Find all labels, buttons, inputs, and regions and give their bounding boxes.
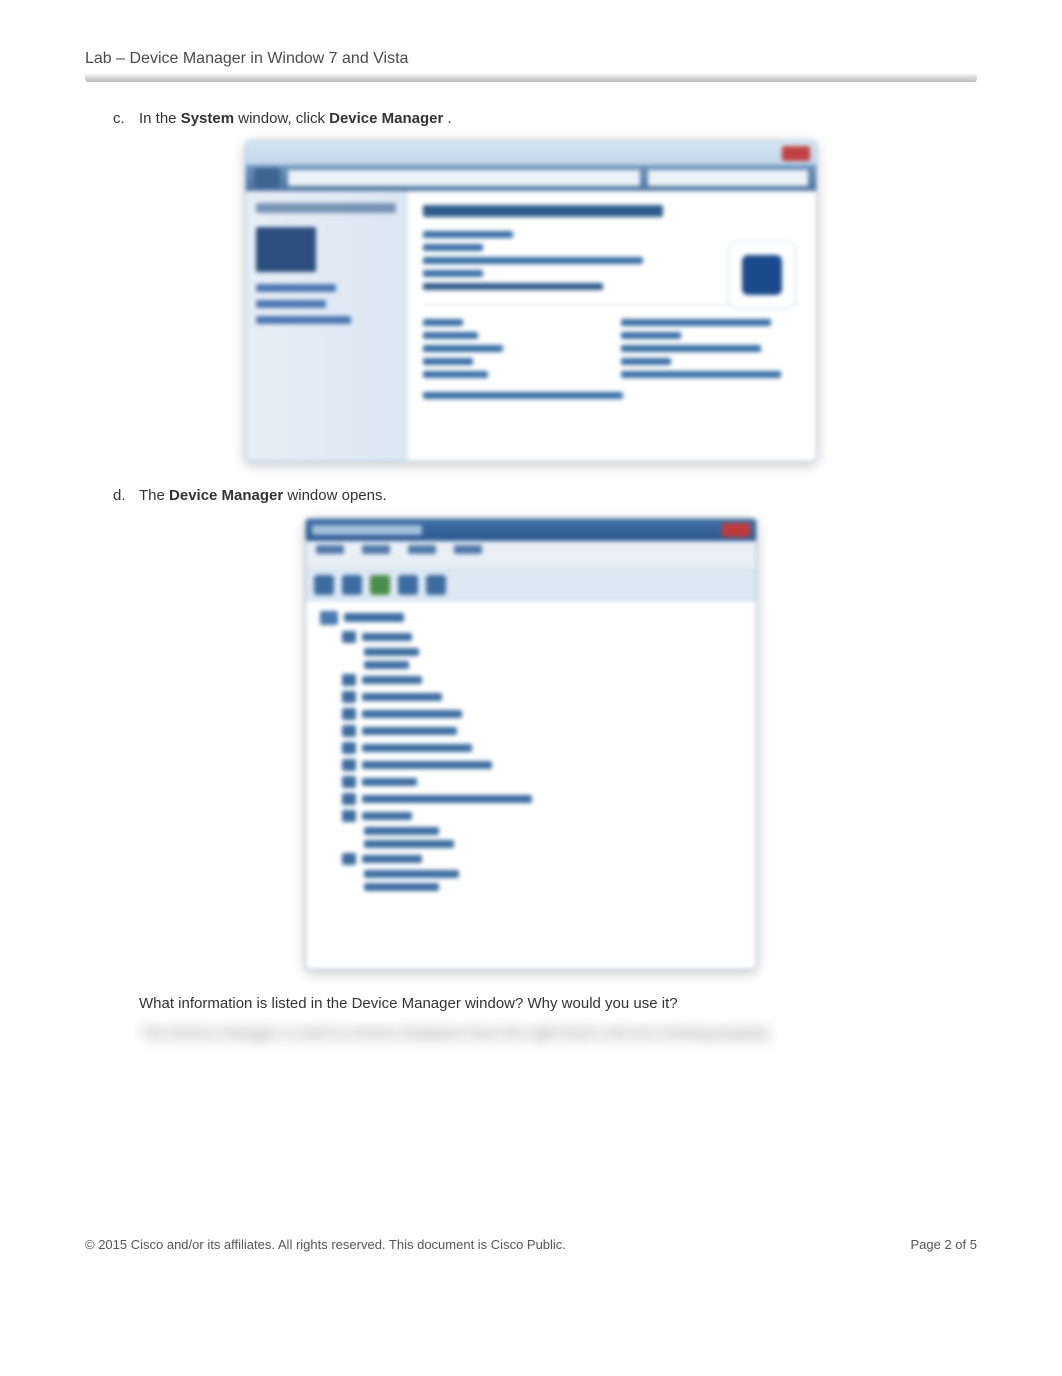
footer-page-number: Page 2 of 5 (910, 1237, 977, 1252)
tree-node (342, 708, 742, 720)
system-main-panel (407, 191, 816, 461)
menu-help (454, 545, 482, 554)
tree-node (342, 810, 742, 822)
step-c-letter: c. (113, 107, 139, 130)
toolbar-icon (426, 575, 446, 595)
window-titlebar (246, 141, 816, 165)
window-title (312, 525, 422, 535)
blurred-answer: The device manager is used to ensure har… (141, 1025, 949, 1042)
tree-node (342, 674, 742, 686)
tree-node (342, 725, 742, 737)
tree-node (364, 870, 742, 878)
tree-node (364, 661, 742, 669)
tree-root (320, 611, 742, 625)
icon-toolbar (306, 570, 756, 601)
close-icon (782, 146, 810, 161)
sidebar-link-device-manager (256, 284, 336, 292)
menu-file (316, 545, 344, 554)
main-heading (423, 205, 663, 217)
windows-logo-icon (742, 255, 782, 295)
tree-node (364, 840, 742, 848)
toolbar-icon (398, 575, 418, 595)
tree-node (342, 759, 742, 771)
device-icon (342, 793, 356, 805)
computer-icon (320, 611, 338, 625)
bold-device-manager-2: Device Manager (169, 487, 283, 504)
sidebar-link (256, 316, 351, 324)
toolbar-icon (370, 575, 390, 595)
tree-node (342, 793, 742, 805)
tree-node (342, 776, 742, 788)
window-titlebar (306, 519, 756, 541)
menubar (306, 541, 756, 570)
device-icon (342, 631, 356, 643)
menu-action (362, 545, 390, 554)
step-c-text: In the System window, click Device Manag… (139, 107, 452, 130)
tree-node (364, 883, 742, 891)
device-icon (342, 776, 356, 788)
page-header-title: Lab – Device Manager in Window 7 and Vis… (85, 50, 977, 68)
device-manager-screenshot (305, 518, 757, 970)
device-icon (342, 759, 356, 771)
device-icon (342, 708, 356, 720)
footer-copyright: © 2015 Cisco and/or its affiliates. All … (85, 1237, 566, 1252)
toolbar-icon (314, 575, 334, 595)
step-d-letter: d. (113, 484, 139, 507)
sidebar-thumbnail (256, 227, 316, 272)
close-icon (722, 523, 750, 537)
tree-node (342, 631, 742, 643)
tree-node (364, 648, 742, 656)
device-icon (342, 674, 356, 686)
window-toolbar (246, 165, 816, 191)
device-icon (342, 742, 356, 754)
tree-node (342, 691, 742, 703)
device-icon (342, 725, 356, 737)
tree-node (364, 827, 742, 835)
bold-device-manager: Device Manager (329, 110, 443, 127)
step-c: c. In the System window, click Device Ma… (113, 107, 949, 130)
menu-view (408, 545, 436, 554)
header-divider (85, 74, 977, 82)
back-icon (254, 168, 280, 188)
device-icon (342, 691, 356, 703)
step-d: d. The Device Manager window opens. (113, 484, 949, 507)
windows-logo (728, 241, 796, 309)
device-icon (342, 853, 356, 865)
step-d-text: The Device Manager window opens. (139, 484, 387, 507)
device-icon (342, 810, 356, 822)
sidebar-link (256, 300, 326, 308)
sidebar-heading (256, 203, 396, 213)
breadcrumb (288, 170, 640, 186)
toolbar-icon (342, 575, 362, 595)
bold-system: System (181, 110, 234, 127)
tree-node (342, 853, 742, 865)
device-tree (306, 601, 756, 970)
search-input (648, 170, 808, 186)
sidebar (246, 191, 407, 461)
question-text: What information is listed in the Device… (139, 992, 949, 1015)
tree-node (342, 742, 742, 754)
page-footer: © 2015 Cisco and/or its affiliates. All … (85, 1237, 977, 1252)
system-window-screenshot (245, 140, 817, 462)
